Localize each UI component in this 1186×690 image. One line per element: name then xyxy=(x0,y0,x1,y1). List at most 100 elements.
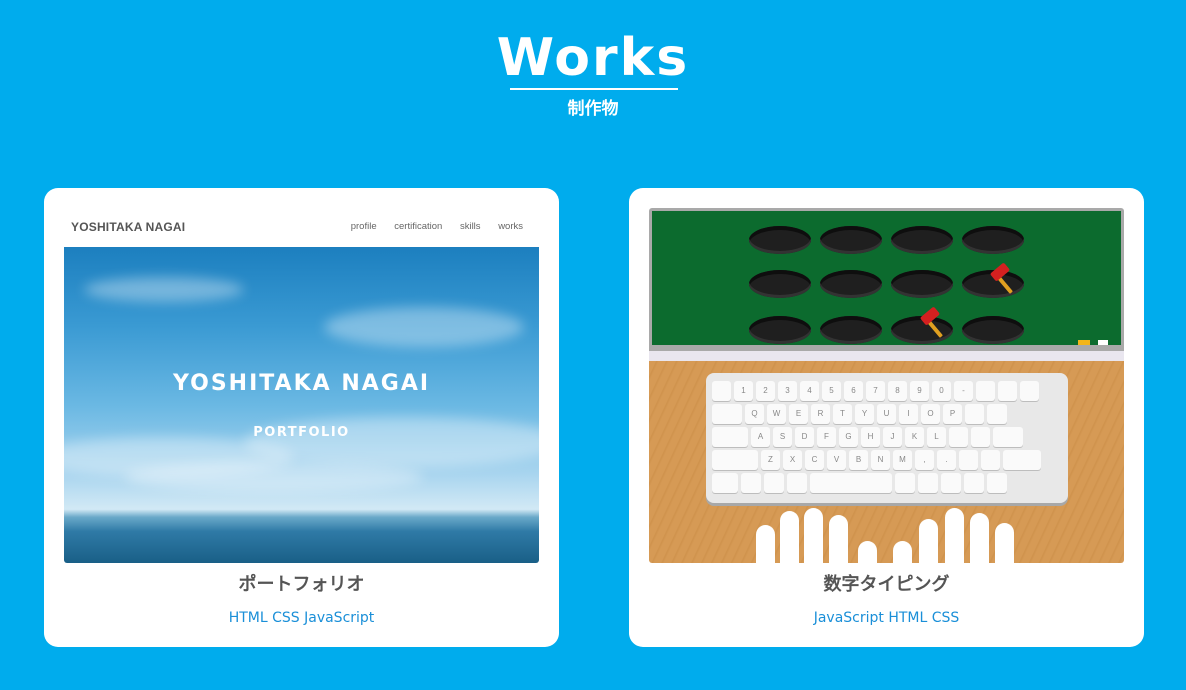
mole-hole xyxy=(891,270,953,298)
key: V xyxy=(827,450,846,470)
key xyxy=(964,473,984,493)
key xyxy=(971,427,990,447)
key: H xyxy=(861,427,880,447)
key xyxy=(959,450,978,470)
key: J xyxy=(883,427,902,447)
mole-hole xyxy=(891,226,953,254)
mole-hole xyxy=(749,270,811,298)
finger xyxy=(829,515,848,563)
divider-strip xyxy=(649,351,1124,361)
indicator xyxy=(1098,340,1108,345)
key xyxy=(993,427,1023,447)
keyboard-row-qwerty: Q W E R T Y U I O P xyxy=(712,404,1007,424)
key: R xyxy=(811,404,830,424)
key: N xyxy=(871,450,890,470)
key: 3 xyxy=(778,381,797,401)
mole-hole xyxy=(962,316,1024,344)
keyboard-row-numbers: 1 2 3 4 5 6 7 8 9 0 - xyxy=(712,381,1039,401)
key xyxy=(987,473,1007,493)
key: 9 xyxy=(910,381,929,401)
key xyxy=(976,381,995,401)
work-card-portfolio[interactable]: YOSHITAKA NAGAI profile certification sk… xyxy=(44,188,559,647)
section-subtitle: 制作物 xyxy=(567,99,619,119)
desk: 1 2 3 4 5 6 7 8 9 0 - Q W E R T Y U I O … xyxy=(649,361,1124,563)
key: Z xyxy=(761,450,780,470)
key: S xyxy=(773,427,792,447)
key: G xyxy=(839,427,858,447)
key: 8 xyxy=(888,381,907,401)
key: Q xyxy=(745,404,764,424)
preview-nav-certification: certification xyxy=(394,221,443,232)
key xyxy=(712,381,731,401)
key: E xyxy=(789,404,808,424)
key xyxy=(712,450,758,470)
key: L xyxy=(927,427,946,447)
key: 6 xyxy=(844,381,863,401)
key xyxy=(1003,450,1041,470)
key: F xyxy=(817,427,836,447)
key: 5 xyxy=(822,381,841,401)
key xyxy=(712,427,748,447)
key xyxy=(764,473,784,493)
indicator xyxy=(1078,340,1090,345)
key: 2 xyxy=(756,381,775,401)
game-field xyxy=(652,211,1121,345)
key: 4 xyxy=(800,381,819,401)
hammer-icon xyxy=(990,263,1013,294)
work-title: 数字タイピング xyxy=(823,574,950,595)
key: . xyxy=(937,450,956,470)
mole-hole xyxy=(749,316,811,344)
key xyxy=(787,473,807,493)
portfolio-thumbnail[interactable]: YOSHITAKA NAGAI profile certification sk… xyxy=(64,208,539,563)
keyboard: 1 2 3 4 5 6 7 8 9 0 - Q W E R T Y U I O … xyxy=(706,373,1068,503)
key xyxy=(941,473,961,493)
key: Y xyxy=(855,404,874,424)
key: C xyxy=(805,450,824,470)
key xyxy=(965,404,984,424)
mole-hole xyxy=(962,226,1024,254)
preview-hero-subtitle: PORTFOLIO xyxy=(253,425,350,440)
key xyxy=(712,473,738,493)
keyboard-row-asdf: A S D F G H J K L xyxy=(712,427,1023,447)
typing-game-thumbnail[interactable]: 1 2 3 4 5 6 7 8 9 0 - Q W E R T Y U I O … xyxy=(649,208,1124,563)
preview-brand: YOSHITAKA NAGAI xyxy=(71,220,186,234)
finger xyxy=(970,513,989,563)
key: , xyxy=(915,450,934,470)
keyboard-row-zxcv: Z X C V B N M , . xyxy=(712,450,1041,470)
key: 7 xyxy=(866,381,885,401)
mole-hole xyxy=(749,226,811,254)
finger xyxy=(919,519,938,563)
finger xyxy=(756,525,775,563)
key xyxy=(1020,381,1039,401)
preview-hero-image: YOSHITAKA NAGAI PORTFOLIO xyxy=(64,247,539,563)
finger xyxy=(858,541,877,563)
key: B xyxy=(849,450,868,470)
work-card-typing-game[interactable]: 1 2 3 4 5 6 7 8 9 0 - Q W E R T Y U I O … xyxy=(629,188,1144,647)
key: P xyxy=(943,404,962,424)
key: 0 xyxy=(932,381,951,401)
finger xyxy=(780,511,799,563)
key: X xyxy=(783,450,802,470)
preview-hero-title: YOSHITAKA NAGAI xyxy=(172,371,431,396)
finger xyxy=(995,523,1014,563)
spacebar-key xyxy=(810,473,892,493)
finger xyxy=(893,541,912,563)
mole-hole xyxy=(820,270,882,298)
key xyxy=(895,473,915,493)
work-title: ポートフォリオ xyxy=(238,574,365,595)
game-board xyxy=(649,208,1124,351)
hammer-icon xyxy=(920,307,943,338)
finger xyxy=(804,508,823,563)
keyboard-row-space xyxy=(712,473,1007,493)
key xyxy=(998,381,1017,401)
work-tags: JavaScript HTML CSS xyxy=(813,610,960,626)
key xyxy=(741,473,761,493)
preview-nav-profile: profile xyxy=(350,221,377,232)
work-tags: HTML CSS JavaScript xyxy=(228,610,375,626)
preview-nav-skills: skills xyxy=(459,221,481,232)
finger xyxy=(945,508,964,563)
title-underline xyxy=(510,88,678,90)
key: U xyxy=(877,404,896,424)
section-title: Works xyxy=(496,28,690,88)
preview-nav-links: profile certification skills works xyxy=(336,221,523,232)
